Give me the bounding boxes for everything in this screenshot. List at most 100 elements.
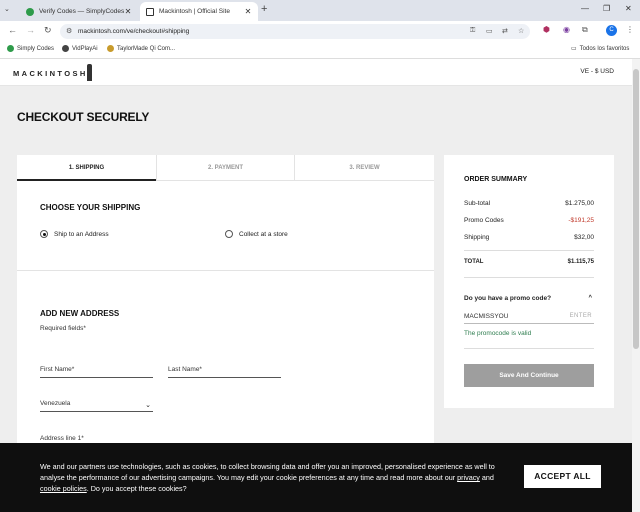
summary-divider	[464, 348, 594, 349]
tab-search-icon[interactable]: ⌄	[4, 5, 10, 13]
cast-icon[interactable]: ▭	[486, 27, 493, 35]
browser-tab-bar: ⌄ Verify Codes — SimplyCodes ✕ Mackintos…	[0, 0, 640, 21]
promo-code-input[interactable]: MACMISSYOU ENTER	[464, 313, 594, 324]
bookmark-star-icon[interactable]: ☆	[518, 27, 524, 35]
row-label: Sub-total	[464, 200, 491, 207]
logo-figure-icon	[87, 64, 92, 81]
last-name-field[interactable]: Last Name*	[168, 366, 281, 378]
summary-divider	[464, 277, 594, 278]
radio-label: Ship to an Address	[54, 230, 109, 238]
step-review[interactable]: 3. REVIEW	[295, 155, 434, 181]
password-key-icon[interactable]: ⚿	[470, 27, 475, 35]
step-shipping[interactable]: 1. SHIPPING	[17, 155, 156, 181]
bookmark-vidplayai[interactable]: VidPlayAi	[62, 45, 98, 52]
row-value: $1.115,75	[567, 259, 594, 265]
address-heading: ADD NEW ADDRESS	[40, 309, 120, 318]
extension-badge-icon[interactable]: ◉	[563, 25, 570, 34]
required-fields-note: Required fields*	[40, 325, 86, 332]
country-select[interactable]: Venezuela ⌄	[40, 400, 153, 412]
order-summary-heading: ORDER SUMMARY	[464, 176, 528, 183]
field-label: First Name*	[40, 366, 75, 373]
radio-unchecked-icon	[225, 230, 233, 238]
first-name-field[interactable]: First Name*	[40, 366, 153, 378]
profile-avatar[interactable]: C	[606, 25, 617, 36]
close-window-icon[interactable]: ✕	[625, 4, 632, 13]
bookmark-label: Todos los favoritos	[579, 45, 630, 52]
cookie-text: We and our partners use technologies, su…	[40, 461, 510, 494]
bookmark-label: TaylorMade Qi Com...	[117, 45, 176, 52]
tab-close-icon[interactable]: ✕	[244, 7, 252, 16]
folder-icon: ▭	[571, 46, 577, 52]
promo-enter-button[interactable]: ENTER	[570, 313, 592, 319]
bookmark-all-favorites[interactable]: ▭ Todos los favoritos	[571, 45, 630, 53]
chevron-down-icon: ⌄	[145, 402, 151, 409]
row-label: Shipping	[464, 234, 490, 241]
site-header: MACKINTOSH VE - $ USD	[0, 59, 632, 86]
currency-selector[interactable]: VE - $ USD	[580, 68, 614, 75]
cookie-text-part: and	[481, 473, 494, 482]
browser-menu-icon[interactable]: ⋮	[626, 25, 634, 34]
subtotal-row: Sub-total $1.275,00	[464, 200, 594, 207]
shipping-heading: CHOOSE YOUR SHIPPING	[40, 203, 141, 212]
save-and-continue-button[interactable]: Save And Continue	[464, 364, 594, 387]
cookie-text-part: . Do you accept these cookies?	[86, 484, 187, 493]
row-value: $1.275,00	[565, 200, 594, 207]
forward-icon[interactable]: →	[26, 25, 35, 35]
reload-icon[interactable]: ↻	[44, 25, 52, 36]
back-icon[interactable]: ←	[8, 25, 17, 35]
field-label: Last Name*	[168, 366, 202, 373]
tab-simplycodes[interactable]: Verify Codes — SimplyCodes ✕	[20, 2, 138, 21]
ship-to-address-radio[interactable]: Ship to an Address	[40, 230, 109, 238]
address-bar[interactable]: ⚙ mackintosh.com/ve/checkout#shipping ⚿ …	[60, 24, 530, 39]
restore-icon[interactable]: ❐	[603, 4, 610, 13]
mackintosh-favicon-icon	[146, 7, 154, 16]
simplycodes-icon	[7, 45, 14, 52]
shipping-row: Shipping $32,00	[464, 234, 594, 241]
translate-icon[interactable]: ⇄	[502, 27, 508, 35]
site-info-icon[interactable]: ⚙	[66, 27, 72, 35]
row-label: Promo Codes	[464, 217, 504, 224]
site-logo[interactable]: MACKINTOSH	[13, 69, 88, 78]
browser-toolbar: ← → ↻ ⚙ mackintosh.com/ve/checkout#shipp…	[0, 21, 640, 42]
promo-valid-message: The promocode is valid	[464, 330, 532, 337]
total-row: TOTAL $1.115,75	[464, 259, 594, 265]
cookie-banner: We and our partners use technologies, su…	[0, 443, 632, 512]
row-value: -$191,25	[568, 217, 594, 224]
order-summary: ORDER SUMMARY Sub-total $1.275,00 Promo …	[444, 155, 614, 408]
country-value: Venezuela	[40, 400, 71, 407]
scrollbar-thumb[interactable]	[633, 69, 639, 349]
bookmarks-bar: Simply Codes VidPlayAi TaylorMade Qi Com…	[0, 42, 640, 59]
chevron-up-icon: ^	[588, 295, 592, 301]
page-scrollbar[interactable]	[632, 59, 640, 512]
taylormade-icon	[107, 45, 114, 52]
tab-close-icon[interactable]: ✕	[124, 7, 132, 16]
accept-all-button[interactable]: ACCEPT ALL	[524, 465, 601, 488]
promo-question: Do you have a promo code?	[464, 295, 552, 302]
bookmark-simplycodes[interactable]: Simply Codes	[7, 45, 54, 52]
new-tab-icon[interactable]: +	[261, 3, 267, 15]
cookie-text-part: We and our partners use technologies, su…	[40, 462, 495, 482]
step-payment[interactable]: 2. PAYMENT	[156, 155, 295, 181]
bookmark-label: VidPlayAi	[72, 45, 98, 52]
promo-toggle[interactable]: Do you have a promo code? ^	[464, 295, 594, 302]
summary-divider	[464, 250, 594, 251]
checkout-steps: 1. SHIPPING 2. PAYMENT 3. REVIEW	[17, 155, 434, 181]
url-text[interactable]: mackintosh.com/ve/checkout#shipping	[78, 28, 189, 35]
checkout-card: 1. SHIPPING 2. PAYMENT 3. REVIEW CHOOSE …	[17, 155, 434, 455]
minimize-icon[interactable]: —	[581, 4, 589, 13]
page-viewport: MACKINTOSH VE - $ USD CHECKOUT SECURELY …	[0, 59, 632, 512]
bookmark-label: Simply Codes	[17, 45, 55, 52]
section-divider	[17, 270, 434, 271]
promo-codes-row: Promo Codes -$191,25	[464, 217, 594, 224]
privacy-link[interactable]: privacy	[457, 473, 480, 482]
radio-checked-icon	[40, 230, 48, 238]
collect-at-store-radio[interactable]: Collect at a store	[225, 230, 288, 238]
radio-label: Collect at a store	[239, 230, 288, 238]
tab-title: Verify Codes — SimplyCodes	[39, 8, 124, 15]
cookie-policies-link[interactable]: cookie policies	[40, 484, 87, 493]
extensions-puzzle-icon[interactable]: ⧉	[582, 25, 588, 35]
row-value: $32,00	[574, 234, 594, 241]
bookmark-taylormade[interactable]: TaylorMade Qi Com...	[107, 45, 175, 52]
extension-icon[interactable]: ⬢	[543, 25, 550, 34]
tab-mackintosh[interactable]: Mackintosh | Official Site ✕	[140, 2, 258, 21]
